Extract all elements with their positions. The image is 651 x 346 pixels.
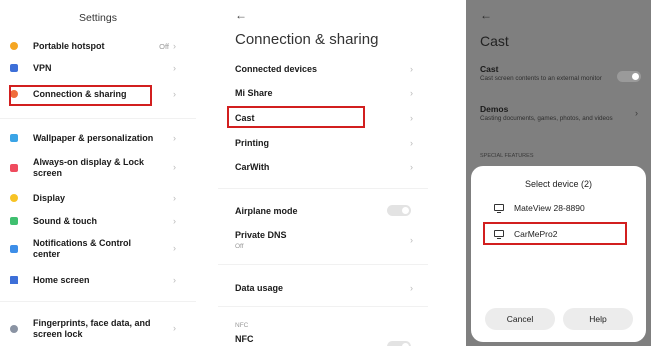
home-icon	[10, 276, 18, 284]
divider	[0, 301, 196, 302]
chevron-right-icon: ›	[173, 243, 176, 253]
chevron-right-icon: ›	[635, 108, 638, 118]
chevron-right-icon: ›	[173, 63, 176, 73]
device-item-mateview[interactable]: MateView 28-8890	[471, 200, 646, 216]
chevron-right-icon: ›	[173, 133, 176, 143]
settings-item-always-on-display[interactable]: Always-on display & Lock screen ›	[0, 157, 196, 179]
chevron-right-icon: ›	[410, 88, 413, 98]
settings-item-fingerprints[interactable]: Fingerprints, face data, and screen lock…	[0, 318, 196, 340]
chevron-right-icon: ›	[173, 162, 176, 172]
item-label: VPN	[33, 63, 52, 73]
demos-description: Casting documents, games, photos, and vi…	[480, 115, 613, 122]
highlight-box	[227, 106, 365, 128]
chevron-right-icon: ›	[173, 275, 176, 285]
item-private-dns[interactable]: Private DNS ›	[235, 230, 425, 245]
item-label: NFC	[235, 334, 254, 344]
page-title: Settings	[79, 12, 117, 24]
chevron-right-icon: ›	[410, 113, 413, 123]
chevron-right-icon: ›	[173, 41, 176, 51]
item-printing[interactable]: Printing ›	[235, 138, 425, 148]
airplane-mode-toggle[interactable]	[387, 205, 411, 216]
wallpaper-icon	[10, 134, 18, 142]
item-data-usage[interactable]: Data usage ›	[235, 283, 425, 293]
page-title: Cast	[480, 33, 509, 49]
chevron-right-icon: ›	[410, 162, 413, 172]
hotspot-icon	[10, 42, 18, 50]
item-label: Wallpaper & personalization	[33, 133, 154, 143]
lock-icon	[10, 164, 18, 172]
item-connected-devices[interactable]: Connected devices ›	[235, 64, 425, 74]
item-label: Printing	[235, 138, 269, 148]
settings-item-sound[interactable]: Sound & touch ›	[0, 215, 196, 227]
nfc-toggle[interactable]	[387, 341, 411, 346]
settings-item-vpn[interactable]: VPN ›	[0, 62, 196, 74]
item-label: Home screen	[33, 275, 90, 285]
chevron-right-icon: ›	[410, 64, 413, 74]
highlight-box	[9, 85, 152, 106]
divider	[218, 306, 428, 307]
item-label: Fingerprints, face data, and screen lock	[33, 318, 151, 339]
vpn-icon	[10, 64, 18, 72]
private-dns-value: Off	[235, 243, 244, 250]
chevron-right-icon: ›	[410, 235, 413, 245]
connection-panel: ← Connection & sharing Connected devices…	[218, 0, 428, 346]
section-header-nfc: NFC	[235, 322, 249, 329]
divider	[218, 264, 428, 265]
settings-item-display[interactable]: Display ›	[0, 192, 196, 204]
cancel-button[interactable]: Cancel	[485, 308, 555, 330]
settings-item-portable-hotspot[interactable]: Portable hotspot Off ›	[0, 40, 196, 52]
highlight-box	[483, 222, 627, 245]
item-label: Mi Share	[235, 88, 273, 98]
item-label: Private DNS	[235, 230, 287, 240]
chevron-right-icon: ›	[173, 323, 176, 333]
item-carwith[interactable]: CarWith ›	[235, 162, 425, 172]
cast-toggle[interactable]	[617, 71, 641, 82]
section-header-special-features: SPECIAL FEATURES	[480, 153, 534, 159]
cast-description: Cast screen contents to an external moni…	[480, 75, 602, 82]
item-mi-share[interactable]: Mi Share ›	[235, 88, 425, 98]
item-label: Connected devices	[235, 64, 318, 74]
settings-item-wallpaper[interactable]: Wallpaper & personalization ›	[0, 132, 196, 144]
item-label: Airplane mode	[235, 206, 298, 216]
item-value: Off	[159, 42, 169, 51]
demos-label: Demos	[480, 104, 509, 114]
notification-icon	[10, 245, 18, 253]
settings-panel: Settings Portable hotspot Off › VPN › Co…	[0, 0, 196, 346]
chevron-right-icon: ›	[410, 283, 413, 293]
item-label: Sound & touch	[33, 216, 97, 226]
chevron-right-icon: ›	[173, 89, 176, 99]
sun-icon	[10, 194, 18, 202]
settings-item-notifications[interactable]: Notifications & Control center ›	[0, 238, 196, 260]
item-label: Display	[33, 193, 66, 203]
select-device-dialog: Select device (2) MateView 28-8890 CarMe…	[471, 166, 646, 342]
dialog-title: Select device (2)	[524, 179, 593, 189]
monitor-icon	[494, 204, 504, 213]
chevron-right-icon: ›	[173, 216, 176, 226]
divider	[218, 188, 428, 189]
speaker-icon	[10, 217, 18, 225]
back-arrow-icon[interactable]: ←	[480, 8, 492, 22]
back-arrow-icon[interactable]: ←	[235, 8, 247, 22]
fingerprint-icon	[10, 325, 18, 333]
divider	[0, 118, 196, 119]
item-label: Data usage	[235, 283, 284, 293]
cast-label: Cast	[480, 64, 499, 74]
chevron-right-icon: ›	[410, 138, 413, 148]
help-button[interactable]: Help	[563, 308, 633, 330]
chevron-right-icon: ›	[173, 193, 176, 203]
device-name: MateView 28-8890	[514, 203, 585, 213]
item-label: CarWith	[235, 162, 270, 172]
item-label: Portable hotspot	[33, 41, 105, 51]
settings-item-home-screen[interactable]: Home screen ›	[0, 274, 196, 286]
item-label: Notifications & Control center	[33, 238, 131, 259]
page-title: Connection & sharing	[235, 31, 379, 48]
item-label: Always-on display & Lock screen	[33, 157, 145, 178]
